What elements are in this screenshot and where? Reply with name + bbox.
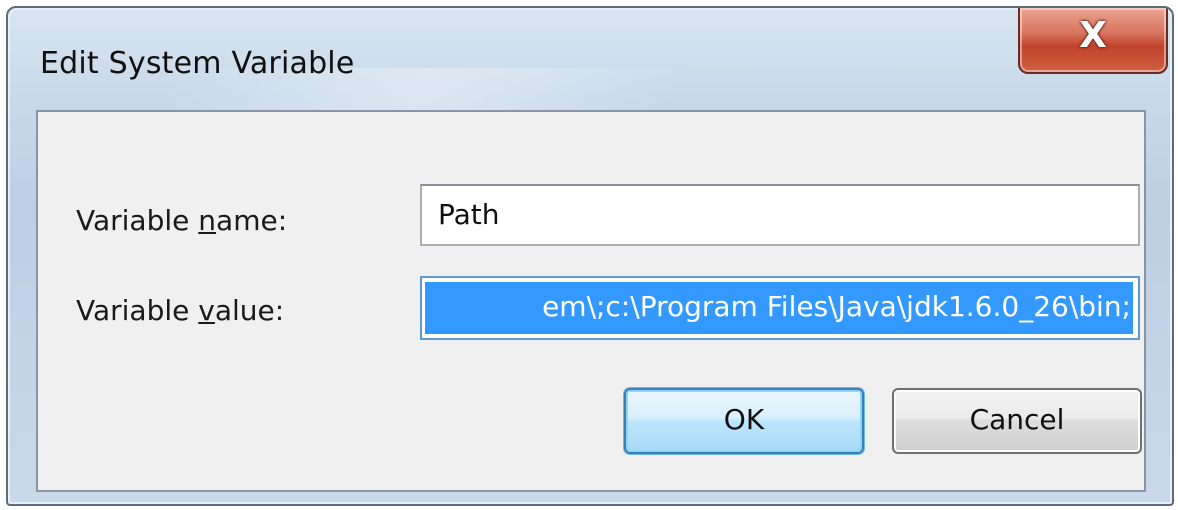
dialog-window: Edit System Variable X Variable name: Pa… [6,6,1174,506]
variable-name-label: Variable name: [76,204,288,237]
window-title: Edit System Variable [40,46,355,81]
variable-value-field[interactable]: em\;c:\Program Files\Java\jdk1.6.0_26\bi… [420,276,1140,340]
variable-name-field[interactable]: Path [420,184,1140,246]
variable-name-value: Path [438,198,500,231]
close-icon: X [1079,15,1107,56]
dialog-content: Variable name: Path Variable value: em\;… [36,110,1146,492]
variable-value-label: Variable value: [76,294,285,327]
text-selection: em\;c:\Program Files\Java\jdk1.6.0_26\bi… [425,282,1133,334]
variable-value-text: em\;c:\Program Files\Java\jdk1.6.0_26\bi… [542,290,1131,323]
close-button[interactable]: X [1018,8,1168,74]
cancel-button[interactable]: Cancel [892,388,1142,454]
ok-button[interactable]: OK [624,388,864,454]
